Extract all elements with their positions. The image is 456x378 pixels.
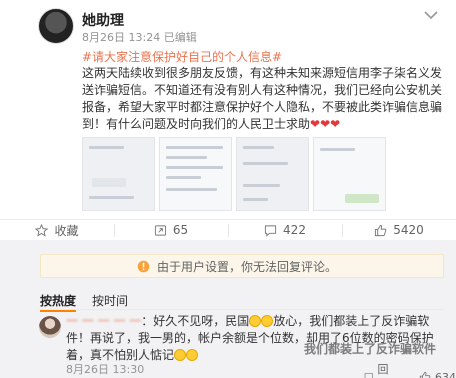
- comment-time: 8月26日 13:30: [66, 363, 145, 376]
- post-image[interactable]: [236, 137, 309, 211]
- emoji-icon: [249, 315, 262, 327]
- post-images: [82, 137, 386, 211]
- repost-button[interactable]: 65: [114, 220, 228, 240]
- watermark: 我们都装上了反诈骗软件: [304, 342, 437, 356]
- comment-like-icon: [419, 371, 431, 378]
- post-edited: 已编辑: [163, 31, 197, 44]
- post-image[interactable]: [159, 137, 232, 211]
- author-avatar[interactable]: [38, 8, 74, 44]
- reply-icon: [364, 373, 373, 378]
- emoji-icon: [261, 315, 274, 327]
- more-chevron-icon[interactable]: [424, 10, 438, 20]
- action-bar: 收藏 65 422 5420: [0, 219, 456, 240]
- post-image[interactable]: [82, 137, 155, 211]
- like-icon: [375, 224, 387, 236]
- repost-icon: [154, 224, 166, 236]
- comment-button[interactable]: 422: [228, 220, 342, 240]
- notice-text: 由于用户设置，你无法回复评论。: [157, 259, 338, 274]
- comment-count: 422: [283, 223, 306, 237]
- commenter-name[interactable]: 一 一 一 一 一: [66, 314, 141, 328]
- heart-icons: ❤❤❤: [310, 117, 341, 131]
- like-count: 5420: [393, 223, 424, 237]
- post-meta: 8月26日 13:24 已编辑: [82, 29, 197, 45]
- repost-count: 65: [172, 223, 189, 237]
- post-card: 她助理 8月26日 13:24 已编辑 #请大家注意保护好自己的个人信息# 这两…: [0, 0, 456, 240]
- favorite-button[interactable]: 收藏: [0, 220, 114, 240]
- reply-restriction-notice: 由于用户设置，你无法回复评论。: [40, 254, 444, 278]
- comment-like-count: 634: [435, 370, 456, 378]
- favorite-icon: [35, 223, 49, 237]
- comment-actions: 回复 634: [364, 361, 456, 378]
- commenter-avatar[interactable]: [39, 316, 61, 338]
- comment-icon: [264, 224, 277, 237]
- reply-label: 回复: [377, 363, 389, 376]
- post-body-text: 这两天陆续收到很多朋友反馈，有这种未知来源短信用李子柒名义发送诈骗短信。不知道还…: [82, 66, 443, 131]
- comment-text-1: ：好久不见呀，民国: [141, 314, 250, 328]
- post-topic[interactable]: #请大家注意保护好自己的个人信息#: [82, 48, 282, 65]
- like-button[interactable]: 5420: [342, 220, 456, 240]
- reply-button[interactable]: 回复: [364, 361, 395, 378]
- comment-like-button[interactable]: 634: [419, 361, 456, 378]
- post-image[interactable]: [313, 137, 386, 211]
- post-body: 这两天陆续收到很多朋友反馈，有这种未知来源短信用李子柒名义发送诈骗短信。不知道还…: [82, 65, 442, 133]
- post-timestamp[interactable]: 8月26日 13:24: [82, 31, 160, 44]
- warning-icon: [137, 260, 150, 272]
- emoji-icon: [186, 349, 199, 361]
- divider: [40, 309, 444, 310]
- favorite-label: 收藏: [54, 223, 79, 238]
- emoji-icon: [174, 349, 187, 361]
- author-name[interactable]: 她助理: [82, 10, 124, 30]
